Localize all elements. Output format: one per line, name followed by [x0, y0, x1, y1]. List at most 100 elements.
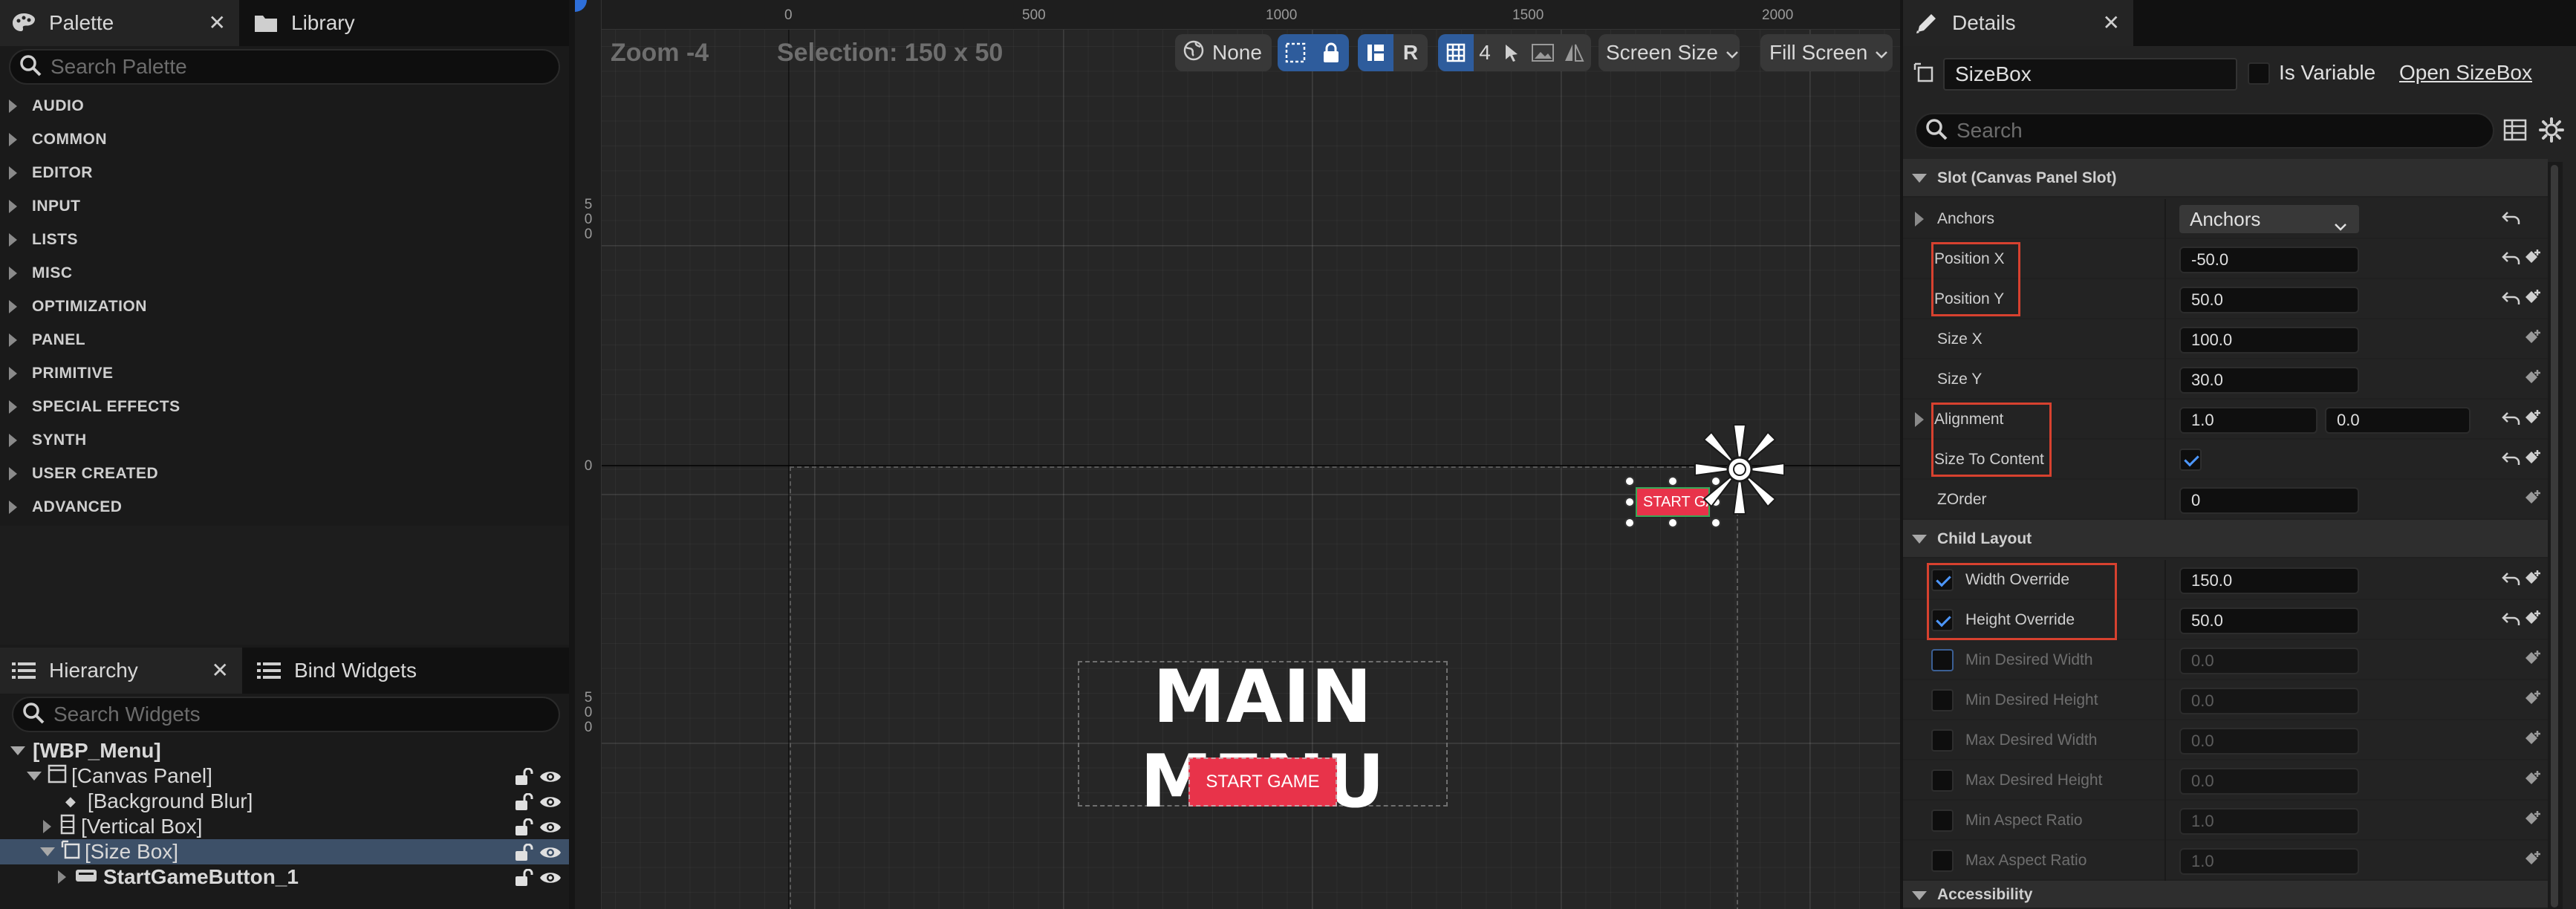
lock-icon[interactable] — [1313, 34, 1349, 71]
details-search[interactable] — [1915, 113, 2494, 149]
hierarchy-search-input[interactable] — [53, 703, 490, 726]
resize-handle[interactable] — [1668, 518, 1678, 528]
tree-item-wbp-menu[interactable]: [WBP_Menu] — [0, 738, 569, 763]
min-desired-height-checkbox[interactable] — [1931, 689, 1954, 711]
resize-handle[interactable] — [1624, 476, 1635, 486]
palette-category-user-created[interactable]: USER CREATED — [0, 457, 569, 490]
unlock-icon[interactable] — [514, 767, 533, 791]
unlock-icon[interactable] — [514, 868, 533, 892]
reset-arrow-icon[interactable] — [2502, 410, 2521, 430]
min-desired-height-input[interactable]: 0.0 — [2179, 688, 2359, 714]
keyframe-diamond-icon[interactable] — [2523, 850, 2543, 874]
localize-preview-button[interactable]: None — [1175, 34, 1272, 71]
max-aspect-ratio-checkbox[interactable] — [1931, 850, 1954, 872]
tab-bind-widgets[interactable]: Bind Widgets — [245, 648, 483, 694]
resize-handle[interactable] — [1668, 476, 1678, 486]
position-x-input[interactable]: -50.0 — [2179, 247, 2359, 273]
height-override-input[interactable]: 50.0 — [2179, 607, 2359, 634]
is-variable-checkbox[interactable] — [2248, 62, 2270, 85]
reset-arrow-icon[interactable] — [2502, 450, 2521, 470]
min-desired-width-checkbox[interactable] — [1931, 649, 1954, 671]
resize-handle[interactable] — [1624, 497, 1635, 507]
tab-palette[interactable]: Palette ✕ — [0, 0, 239, 46]
min-aspect-ratio-checkbox[interactable] — [1931, 809, 1954, 832]
zorder-input[interactable]: 0 — [2179, 487, 2359, 514]
palette-search[interactable] — [9, 49, 560, 85]
palette-category-misc[interactable]: MISC — [0, 257, 569, 290]
max-desired-width-input[interactable]: 0.0 — [2179, 728, 2359, 755]
collapse-arrow-icon[interactable] — [40, 847, 55, 856]
eye-icon[interactable] — [539, 843, 562, 867]
reset-arrow-icon[interactable] — [2502, 610, 2521, 631]
min-aspect-ratio-input[interactable]: 1.0 — [2179, 808, 2359, 835]
eye-icon[interactable] — [539, 767, 562, 791]
grid-icon[interactable] — [1438, 34, 1474, 71]
expand-arrow-icon[interactable] — [1915, 412, 1924, 427]
image-icon[interactable] — [1527, 34, 1558, 71]
max-desired-height-checkbox[interactable] — [1931, 769, 1954, 792]
palette-category-panel[interactable]: PANEL — [0, 324, 569, 356]
respect-locks-button[interactable]: R — [1393, 34, 1428, 71]
max-desired-height-input[interactable]: 0.0 — [2179, 768, 2359, 795]
screen-size-dropdown[interactable]: Screen Size — [1598, 34, 1740, 71]
keyframe-diamond-icon[interactable] — [2523, 729, 2543, 754]
anchors-dropdown[interactable]: Anchors — [2179, 205, 2359, 233]
keyframe-diamond-icon[interactable] — [2523, 649, 2543, 674]
tab-library[interactable]: Library — [242, 0, 465, 46]
tab-details[interactable]: Details ✕ — [1903, 0, 2133, 46]
width-override-input[interactable]: 150.0 — [2179, 567, 2359, 594]
keyframe-diamond-icon[interactable] — [2523, 248, 2543, 273]
reset-arrow-icon[interactable] — [2502, 290, 2521, 310]
cursor-icon[interactable] — [1496, 34, 1527, 71]
close-icon[interactable]: ✕ — [2103, 10, 2120, 35]
eye-icon[interactable] — [539, 792, 562, 816]
collapse-arrow-icon[interactable] — [10, 746, 25, 755]
details-scrollbar-track[interactable] — [2548, 162, 2563, 909]
expand-arrow-icon[interactable] — [58, 870, 66, 884]
palette-category-common[interactable]: COMMON — [0, 123, 569, 156]
layout-icon[interactable] — [1358, 34, 1393, 71]
palette-search-input[interactable] — [51, 55, 489, 79]
anchor-medallion-icon[interactable] — [1688, 417, 1792, 525]
reset-arrow-icon[interactable] — [2502, 570, 2521, 590]
unlock-icon[interactable] — [514, 818, 533, 841]
gear-icon[interactable] — [2539, 117, 2564, 146]
close-icon[interactable]: ✕ — [212, 658, 229, 682]
keyframe-diamond-icon[interactable] — [2523, 328, 2543, 353]
palette-category-input[interactable]: INPUT — [0, 190, 569, 223]
tree-item-background-blur[interactable]: ◆ [Background Blur] — [0, 789, 569, 814]
section-child-layout[interactable]: Child Layout — [1903, 520, 2548, 558]
unlock-icon[interactable] — [514, 843, 533, 867]
position-y-input[interactable]: 50.0 — [2179, 287, 2359, 313]
eye-icon[interactable] — [539, 868, 562, 892]
keyframe-diamond-icon[interactable] — [2523, 809, 2543, 834]
palette-category-editor[interactable]: EDITOR — [0, 157, 569, 189]
section-slot[interactable]: Slot (Canvas Panel Slot) — [1903, 159, 2548, 198]
widget-name-field[interactable]: SizeBox — [1943, 58, 2237, 91]
tree-item-size-box[interactable]: [Size Box] — [0, 839, 569, 864]
reset-arrow-icon[interactable] — [2502, 209, 2521, 229]
fill-screen-dropdown[interactable]: Fill Screen — [1760, 34, 1893, 71]
details-scrollbar-thumb[interactable] — [2551, 165, 2558, 908]
reset-arrow-icon[interactable] — [2502, 250, 2521, 270]
alignment-y-input[interactable]: 0.0 — [2325, 407, 2471, 434]
grid-snap-value[interactable]: 4 — [1474, 34, 1496, 71]
palette-category-advanced[interactable]: ADVANCED — [0, 491, 569, 524]
tab-hierarchy[interactable]: Hierarchy ✕ — [0, 648, 242, 694]
open-sizebox-link[interactable]: Open SizeBox — [2399, 61, 2532, 85]
palette-category-primitive[interactable]: PRIMITIVE — [0, 357, 569, 390]
max-aspect-ratio-input[interactable]: 1.0 — [2179, 848, 2359, 875]
flip-icon[interactable] — [1558, 34, 1590, 71]
start-game-button-preview[interactable]: START GAME — [1188, 758, 1337, 807]
expand-arrow-icon[interactable] — [43, 820, 51, 833]
hierarchy-search[interactable] — [12, 697, 560, 732]
resize-handle[interactable] — [1624, 518, 1635, 528]
size-to-content-checkbox[interactable] — [2179, 449, 2202, 471]
palette-category-audio[interactable]: AUDIO — [0, 90, 569, 123]
tree-item-vertical-box[interactable]: [Vertical Box] — [0, 814, 569, 839]
min-desired-width-input[interactable]: 0.0 — [2179, 648, 2359, 674]
selection-lock-toggle[interactable] — [1278, 34, 1349, 71]
keyframe-diamond-icon[interactable] — [2523, 569, 2543, 593]
keyframe-diamond-icon[interactable] — [2523, 489, 2543, 513]
size-x-input[interactable]: 100.0 — [2179, 327, 2359, 354]
